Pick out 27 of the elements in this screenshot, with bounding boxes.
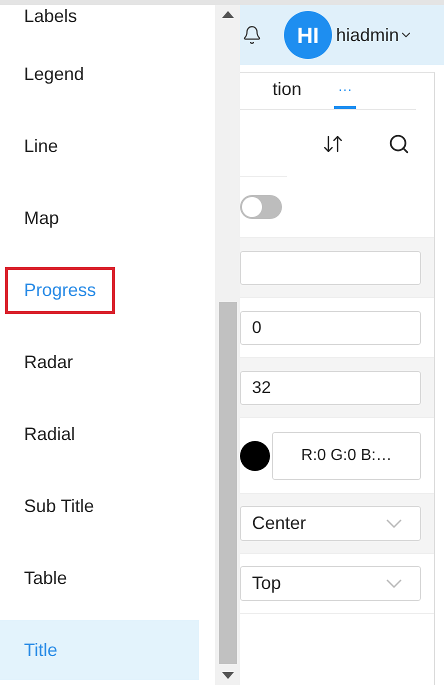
dropdown-item[interactable]: Radar [8,332,207,392]
scroll-down-icon[interactable] [222,672,234,679]
color-swatch[interactable] [240,440,270,470]
color-value-button[interactable]: R:0 G:0 B:… [272,432,421,480]
select-field[interactable]: Center [240,506,421,541]
dropdown-item[interactable]: Map [8,188,207,248]
dropdown-item[interactable]: Line [8,116,207,176]
input-field[interactable]: 0 [240,310,421,344]
select-field[interactable]: Top [240,566,421,601]
chevron-down-icon [386,519,402,528]
bell-icon[interactable] [242,24,262,46]
dropdown-item[interactable]: Radial [8,404,207,464]
toggle-switch[interactable] [240,195,282,219]
input-field[interactable]: 32 [240,370,421,404]
dropdown-item[interactable]: Sub Title [8,476,207,536]
search-icon[interactable] [388,132,410,154]
dropdown-item[interactable]: Labels [8,5,207,27]
input-field[interactable] [240,250,421,284]
user-name[interactable]: hiadmin [336,22,400,48]
chevron-down-icon [386,579,402,588]
dropdown-item[interactable]: Table [8,548,207,608]
scroll-thumb[interactable] [218,302,236,664]
tab[interactable]: tion [240,73,334,109]
dropdown-item[interactable]: Legend [8,44,207,104]
scrollbar[interactable] [215,5,240,685]
highlight-frame: Progress [5,266,116,314]
dropdown-item[interactable]: Progress [8,260,207,320]
